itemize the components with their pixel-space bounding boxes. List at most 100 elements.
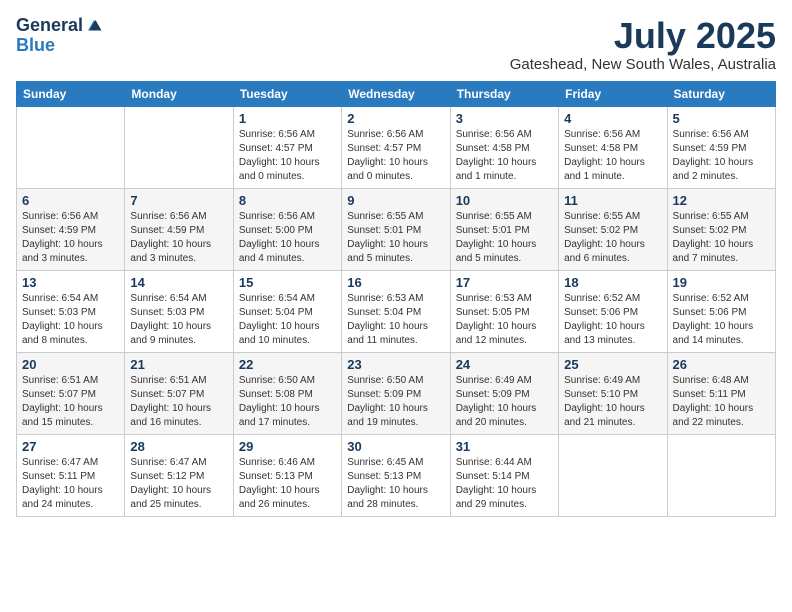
- day-number: 26: [673, 357, 770, 372]
- logo: General Blue: [16, 16, 103, 56]
- calendar-cell: 29 Sunrise: 6:46 AM Sunset: 5:13 PM Dayli…: [233, 434, 341, 516]
- day-info: Sunrise: 6:56 AM Sunset: 4:57 PM Dayligh…: [239, 128, 336, 184]
- day-info: Sunrise: 6:55 AM Sunset: 5:01 PM Dayligh…: [347, 210, 444, 266]
- day-info: Sunrise: 6:47 AM Sunset: 5:12 PM Dayligh…: [130, 456, 227, 512]
- calendar-cell: [667, 434, 775, 516]
- day-info: Sunrise: 6:54 AM Sunset: 5:04 PM Dayligh…: [239, 292, 336, 348]
- day-info: Sunrise: 6:50 AM Sunset: 5:08 PM Dayligh…: [239, 374, 336, 430]
- day-number: 1: [239, 111, 336, 126]
- calendar-week-row: 20Sunrise: 6:51 AM Sunset: 5:07 PM Dayli…: [17, 352, 776, 434]
- day-info: Sunrise: 6:53 AM Sunset: 5:05 PM Dayligh…: [456, 292, 553, 348]
- calendar-cell: 1 Sunrise: 6:56 AM Sunset: 4:57 PM Daylig…: [233, 106, 341, 188]
- calendar-cell: 22 Sunrise: 6:50 AM Sunset: 5:08 PM Dayli…: [233, 352, 341, 434]
- logo-icon: [85, 17, 103, 35]
- day-info: Sunrise: 6:49 AM Sunset: 5:09 PM Dayligh…: [456, 374, 553, 430]
- day-info: Sunrise: 6:56 AM Sunset: 5:00 PM Dayligh…: [239, 210, 336, 266]
- calendar-cell: 11Sunrise: 6:55 AM Sunset: 5:02 PM Dayli…: [559, 188, 667, 270]
- day-info: Sunrise: 6:44 AM Sunset: 5:14 PM Dayligh…: [456, 456, 553, 512]
- day-number: 4: [564, 111, 661, 126]
- day-info: Sunrise: 6:54 AM Sunset: 5:03 PM Dayligh…: [130, 292, 227, 348]
- day-info: Sunrise: 6:45 AM Sunset: 5:13 PM Dayligh…: [347, 456, 444, 512]
- day-number: 18: [564, 275, 661, 290]
- day-number: 10: [456, 193, 553, 208]
- calendar-cell: 18 Sunrise: 6:52 AM Sunset: 5:06 PM Dayli…: [559, 270, 667, 352]
- title-block: July 2025 Gateshead, New South Wales, Au…: [510, 16, 776, 73]
- logo-blue: Blue: [16, 36, 103, 56]
- calendar-cell: 23Sunrise: 6:50 AM Sunset: 5:09 PM Dayli…: [342, 352, 450, 434]
- day-number: 11: [564, 193, 661, 208]
- calendar-header-row: SundayMondayTuesdayWednesdayThursdayFrid…: [17, 81, 776, 106]
- day-number: 13: [22, 275, 119, 290]
- day-number: 15: [239, 275, 336, 290]
- weekday-header-tuesday: Tuesday: [233, 81, 341, 106]
- day-info: Sunrise: 6:54 AM Sunset: 5:03 PM Dayligh…: [22, 292, 119, 348]
- day-number: 2: [347, 111, 444, 126]
- calendar-cell: 17 Sunrise: 6:53 AM Sunset: 5:05 PM Dayli…: [450, 270, 558, 352]
- day-number: 12: [673, 193, 770, 208]
- day-number: 16: [347, 275, 444, 290]
- day-info: Sunrise: 6:47 AM Sunset: 5:11 PM Dayligh…: [22, 456, 119, 512]
- calendar-cell: 7Sunrise: 6:56 AM Sunset: 4:59 PM Daylig…: [125, 188, 233, 270]
- calendar-cell: [559, 434, 667, 516]
- day-info: Sunrise: 6:51 AM Sunset: 5:07 PM Dayligh…: [130, 374, 227, 430]
- weekday-header-monday: Monday: [125, 81, 233, 106]
- weekday-header-saturday: Saturday: [667, 81, 775, 106]
- day-number: 21: [130, 357, 227, 372]
- day-number: 8: [239, 193, 336, 208]
- day-info: Sunrise: 6:56 AM Sunset: 4:59 PM Dayligh…: [673, 128, 770, 184]
- day-number: 29: [239, 439, 336, 454]
- calendar-cell: 24 Sunrise: 6:49 AM Sunset: 5:09 PM Dayli…: [450, 352, 558, 434]
- day-info: Sunrise: 6:50 AM Sunset: 5:09 PM Dayligh…: [347, 374, 444, 430]
- day-number: 22: [239, 357, 336, 372]
- calendar-cell: 13 Sunrise: 6:54 AM Sunset: 5:03 PM Dayli…: [17, 270, 125, 352]
- calendar-week-row: 1 Sunrise: 6:56 AM Sunset: 4:57 PM Daylig…: [17, 106, 776, 188]
- day-info: Sunrise: 6:56 AM Sunset: 4:58 PM Dayligh…: [564, 128, 661, 184]
- weekday-header-sunday: Sunday: [17, 81, 125, 106]
- calendar-cell: [125, 106, 233, 188]
- day-info: Sunrise: 6:52 AM Sunset: 5:06 PM Dayligh…: [673, 292, 770, 348]
- calendar-cell: 10 Sunrise: 6:55 AM Sunset: 5:01 PM Dayli…: [450, 188, 558, 270]
- calendar-cell: 20Sunrise: 6:51 AM Sunset: 5:07 PM Dayli…: [17, 352, 125, 434]
- day-number: 28: [130, 439, 227, 454]
- day-number: 7: [130, 193, 227, 208]
- calendar-cell: 16 Sunrise: 6:53 AM Sunset: 5:04 PM Dayli…: [342, 270, 450, 352]
- calendar-cell: 4 Sunrise: 6:56 AM Sunset: 4:58 PM Daylig…: [559, 106, 667, 188]
- calendar-week-row: 27Sunrise: 6:47 AM Sunset: 5:11 PM Dayli…: [17, 434, 776, 516]
- calendar-cell: 21 Sunrise: 6:51 AM Sunset: 5:07 PM Dayli…: [125, 352, 233, 434]
- weekday-header-friday: Friday: [559, 81, 667, 106]
- day-info: Sunrise: 6:51 AM Sunset: 5:07 PM Dayligh…: [22, 374, 119, 430]
- weekday-header-wednesday: Wednesday: [342, 81, 450, 106]
- logo-general: General: [16, 16, 83, 36]
- day-info: Sunrise: 6:48 AM Sunset: 5:11 PM Dayligh…: [673, 374, 770, 430]
- day-number: 17: [456, 275, 553, 290]
- day-info: Sunrise: 6:55 AM Sunset: 5:01 PM Dayligh…: [456, 210, 553, 266]
- day-number: 14: [130, 275, 227, 290]
- day-info: Sunrise: 6:55 AM Sunset: 5:02 PM Dayligh…: [673, 210, 770, 266]
- calendar-cell: 5 Sunrise: 6:56 AM Sunset: 4:59 PM Daylig…: [667, 106, 775, 188]
- location: Gateshead, New South Wales, Australia: [510, 56, 776, 73]
- day-info: Sunrise: 6:46 AM Sunset: 5:13 PM Dayligh…: [239, 456, 336, 512]
- calendar-cell: 3 Sunrise: 6:56 AM Sunset: 4:58 PM Daylig…: [450, 106, 558, 188]
- calendar-cell: 31 Sunrise: 6:44 AM Sunset: 5:14 PM Dayli…: [450, 434, 558, 516]
- calendar-cell: 30Sunrise: 6:45 AM Sunset: 5:13 PM Dayli…: [342, 434, 450, 516]
- calendar-cell: 15 Sunrise: 6:54 AM Sunset: 5:04 PM Dayli…: [233, 270, 341, 352]
- day-info: Sunrise: 6:53 AM Sunset: 5:04 PM Dayligh…: [347, 292, 444, 348]
- day-number: 3: [456, 111, 553, 126]
- day-number: 19: [673, 275, 770, 290]
- day-info: Sunrise: 6:56 AM Sunset: 4:59 PM Dayligh…: [22, 210, 119, 266]
- day-info: Sunrise: 6:52 AM Sunset: 5:06 PM Dayligh…: [564, 292, 661, 348]
- day-number: 5: [673, 111, 770, 126]
- calendar-cell: 19 Sunrise: 6:52 AM Sunset: 5:06 PM Dayli…: [667, 270, 775, 352]
- month-title: July 2025: [510, 16, 776, 56]
- day-number: 31: [456, 439, 553, 454]
- day-number: 24: [456, 357, 553, 372]
- calendar-cell: 26 Sunrise: 6:48 AM Sunset: 5:11 PM Dayli…: [667, 352, 775, 434]
- calendar-cell: 14 Sunrise: 6:54 AM Sunset: 5:03 PM Dayli…: [125, 270, 233, 352]
- calendar-cell: 2Sunrise: 6:56 AM Sunset: 4:57 PM Daylig…: [342, 106, 450, 188]
- calendar-week-row: 6Sunrise: 6:56 AM Sunset: 4:59 PM Daylig…: [17, 188, 776, 270]
- day-info: Sunrise: 6:49 AM Sunset: 5:10 PM Dayligh…: [564, 374, 661, 430]
- weekday-header-thursday: Thursday: [450, 81, 558, 106]
- calendar-week-row: 13 Sunrise: 6:54 AM Sunset: 5:03 PM Dayli…: [17, 270, 776, 352]
- calendar-cell: [17, 106, 125, 188]
- day-info: Sunrise: 6:56 AM Sunset: 4:58 PM Dayligh…: [456, 128, 553, 184]
